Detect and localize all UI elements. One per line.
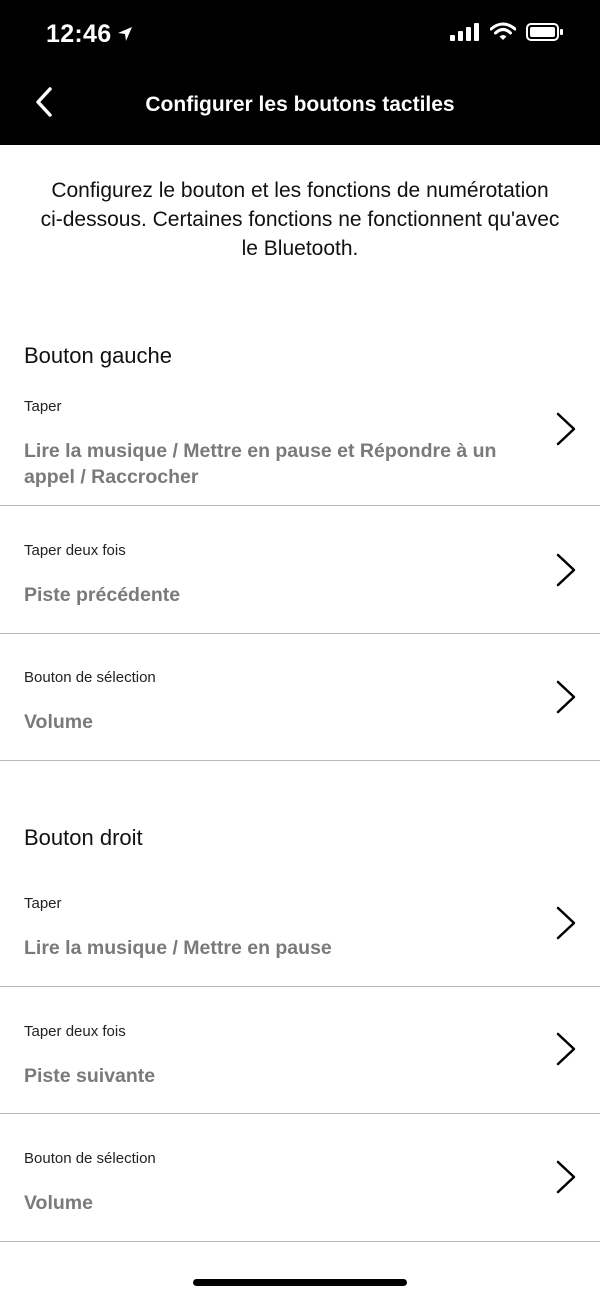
setting-label: Bouton de sélection bbox=[24, 669, 156, 686]
screen: 12:46 Configurer les boutons tactiles Co… bbox=[0, 0, 600, 1298]
page-title: Configurer les boutons tactiles bbox=[145, 93, 455, 116]
setting-value: Piste précédente bbox=[24, 584, 181, 606]
section-title-right-button: Bouton droit bbox=[24, 825, 143, 850]
status-icons bbox=[450, 22, 564, 47]
chevron-right-icon bbox=[554, 1159, 578, 1195]
setting-value: Volume bbox=[24, 711, 93, 733]
chevron-right-icon bbox=[554, 1031, 578, 1067]
chevron-right-icon bbox=[554, 552, 578, 588]
home-indicator[interactable] bbox=[193, 1279, 407, 1286]
setting-value: Piste suivante bbox=[24, 1065, 156, 1087]
setting-row-right-double-tap[interactable]: Taper deux fois Piste suivante bbox=[0, 987, 600, 1114]
status-time-text: 12:46 bbox=[46, 20, 112, 48]
setting-label: Taper deux fois bbox=[24, 1023, 126, 1040]
top-bar: 12:46 Configurer les boutons tactiles bbox=[0, 0, 600, 145]
setting-label: Taper deux fois bbox=[24, 542, 126, 559]
status-time: 12:46 bbox=[46, 20, 133, 49]
setting-row-left-select[interactable]: Bouton de sélection Volume bbox=[0, 634, 600, 761]
section-title-left-button: Bouton gauche bbox=[24, 343, 173, 368]
setting-label: Taper bbox=[24, 895, 62, 912]
chevron-right-icon bbox=[554, 905, 578, 941]
signal-icon bbox=[450, 22, 480, 47]
battery-icon bbox=[526, 22, 564, 47]
location-arrow-icon bbox=[117, 20, 133, 49]
setting-row-left-double-tap[interactable]: Taper deux fois Piste précédente bbox=[0, 506, 600, 634]
setting-value: Lire la musique / Mettre en pause bbox=[24, 937, 332, 959]
setting-row-right-select[interactable]: Bouton de sélection Volume bbox=[0, 1114, 600, 1242]
setting-row-left-tap[interactable]: Taper Lire la musique / Mettre en pause … bbox=[0, 378, 600, 506]
chevron-right-icon bbox=[554, 411, 578, 447]
setting-label: Taper bbox=[24, 398, 62, 415]
setting-label: Bouton de sélection bbox=[24, 1150, 156, 1167]
setting-row-right-tap[interactable]: Taper Lire la musique / Mettre en pause bbox=[0, 860, 600, 987]
chevron-right-icon bbox=[554, 679, 578, 715]
setting-value: Volume bbox=[24, 1192, 93, 1214]
intro-text: Configurez le bouton et les fonctions de… bbox=[40, 179, 560, 260]
setting-value: Lire la musique / Mettre en pause et Rép… bbox=[24, 440, 497, 488]
wifi-icon bbox=[489, 22, 517, 47]
